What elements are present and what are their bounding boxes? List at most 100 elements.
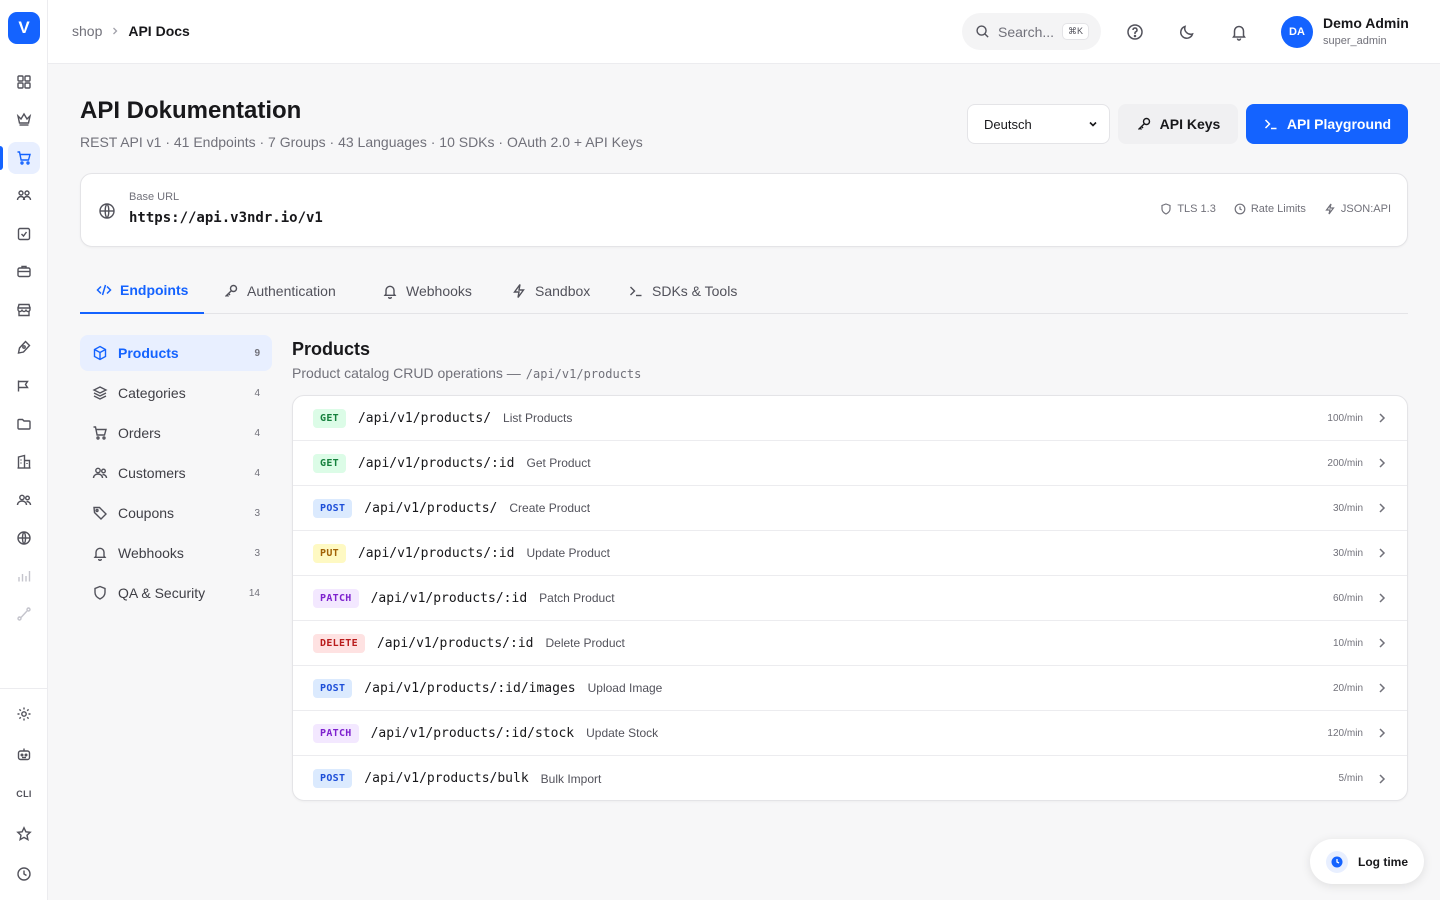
- method-badge: PUT: [313, 543, 346, 563]
- endpoint-name: Get Product: [526, 456, 591, 470]
- tab-webhooks[interactable]: Webhooks: [366, 268, 488, 314]
- rail-divider: [0, 688, 48, 689]
- method-badge: DELETE: [313, 633, 365, 653]
- rate-limit: 120/min: [1327, 727, 1363, 739]
- chevron-right-icon: [1375, 726, 1389, 740]
- group-orders[interactable]: Orders 4: [80, 415, 272, 451]
- method-badge: POST: [313, 498, 353, 518]
- endpoint-row[interactable]: DELETE /api/v1/products/:id Delete Produ…: [293, 621, 1407, 666]
- api-playground-button[interactable]: API Playground: [1246, 104, 1408, 144]
- tab-sandbox[interactable]: Sandbox: [495, 268, 606, 314]
- endpoint-row[interactable]: PUT /api/v1/products/:id Update Product …: [293, 531, 1407, 576]
- dashboard-icon[interactable]: [8, 66, 40, 98]
- terminal-icon: [1263, 116, 1279, 132]
- method-badge: POST: [313, 769, 353, 788]
- group-coupons[interactable]: Coupons 3: [80, 495, 272, 531]
- breadcrumb-chevron-icon: [110, 26, 120, 36]
- users-icon: [92, 465, 108, 481]
- user-name[interactable]: Demo Admin: [1323, 15, 1409, 31]
- key-icon: [223, 283, 239, 299]
- chevron-down-icon: [1087, 118, 1099, 130]
- group-products[interactable]: Products 9: [80, 335, 272, 371]
- history-clock-icon[interactable]: [8, 858, 40, 890]
- building-icon[interactable]: [8, 446, 40, 478]
- tab-sdks-tools[interactable]: SDKs & Tools: [612, 268, 753, 314]
- method-badge: GET: [313, 408, 346, 428]
- crown-icon[interactable]: [8, 103, 40, 135]
- briefcase-icon[interactable]: [8, 255, 40, 287]
- endpoint-row[interactable]: POST /api/v1/products/ Create Product 30…: [293, 486, 1407, 531]
- rate-limit: 20/min: [1332, 682, 1363, 694]
- chevron-right-icon: [1375, 501, 1389, 515]
- endpoint-path: /api/v1/products/: [357, 410, 492, 426]
- cli-button[interactable]: CLI: [8, 778, 40, 810]
- star-icon[interactable]: [8, 818, 40, 850]
- rate-limit: 30/min: [1332, 502, 1363, 514]
- endpoint-name: Patch Product: [539, 591, 615, 605]
- endpoint-name: Create Product: [509, 501, 591, 515]
- chevron-right-icon: [1375, 636, 1389, 650]
- base-url-card: Base URL https://api.v3ndr.io/v1 TLS 1.3…: [80, 173, 1408, 247]
- folder-icon[interactable]: [8, 408, 40, 440]
- megaphone-icon[interactable]: [8, 370, 40, 402]
- analytics-icon[interactable]: [8, 560, 40, 592]
- lightning-icon: [511, 283, 527, 299]
- group-qa-security[interactable]: QA & Security 14: [80, 575, 272, 611]
- base-url-value[interactable]: https://api.v3ndr.io/v1: [129, 210, 323, 226]
- globe-icon: [98, 202, 116, 220]
- api-keys-label: API Keys: [1159, 116, 1221, 132]
- endpoint-row[interactable]: PATCH /api/v1/products/:id Patch Product…: [293, 576, 1407, 621]
- endpoint-path: /api/v1/products/:id/images: [364, 680, 576, 696]
- search-shortcut: ⌘K: [1062, 23, 1090, 40]
- user-avatar[interactable]: DA: [1281, 16, 1313, 48]
- rate-limit: 200/min: [1327, 457, 1363, 469]
- code-icon: [96, 282, 112, 298]
- tasks-icon[interactable]: [8, 218, 40, 250]
- group-categories[interactable]: Categories 4: [80, 375, 272, 411]
- chevron-right-icon: [1375, 772, 1389, 786]
- cart-icon: [92, 425, 108, 441]
- endpoint-row[interactable]: POST /api/v1/products/bulk Bulk Import 5…: [293, 756, 1407, 800]
- tab-authentication[interactable]: Authentication: [207, 268, 352, 314]
- endpoint-row[interactable]: GET /api/v1/products/:id Get Product 200…: [293, 441, 1407, 486]
- app-logo[interactable]: V: [8, 12, 40, 44]
- shield-icon: [92, 585, 108, 601]
- bell-icon: [382, 283, 398, 299]
- breadcrumb-shop[interactable]: shop: [72, 23, 102, 39]
- json-api-badge: JSON:API: [1324, 203, 1391, 215]
- box-icon: [92, 345, 108, 361]
- api-keys-button[interactable]: API Keys: [1118, 104, 1238, 144]
- bot-icon[interactable]: [8, 738, 40, 770]
- group-count: 4: [254, 427, 260, 439]
- store-icon[interactable]: [8, 294, 40, 326]
- section-path: /api/v1/products: [525, 367, 642, 381]
- timer-icon: [1326, 850, 1348, 873]
- pen-icon[interactable]: [8, 331, 40, 363]
- section-title: Products: [292, 339, 371, 359]
- group-count: 3: [254, 507, 260, 519]
- endpoint-row[interactable]: POST /api/v1/products/:id/images Upload …: [293, 666, 1407, 711]
- method-badge: GET: [313, 453, 346, 473]
- settings-gear-icon[interactable]: [8, 698, 40, 730]
- chevron-right-icon: [1375, 681, 1389, 695]
- endpoint-row[interactable]: PATCH /api/v1/products/:id/stock Update …: [293, 711, 1407, 756]
- workflow-icon[interactable]: [8, 598, 40, 630]
- endpoint-row[interactable]: GET /api/v1/products/ List Products 100/…: [293, 396, 1407, 441]
- globe-icon[interactable]: [8, 522, 40, 554]
- group-count: 14: [248, 587, 260, 599]
- dark-mode-moon-icon[interactable]: [1175, 20, 1199, 44]
- notifications-bell-icon[interactable]: [1227, 20, 1251, 44]
- tab-endpoints[interactable]: Endpoints: [80, 268, 205, 314]
- log-time-button[interactable]: Log time: [1310, 839, 1424, 884]
- search-input[interactable]: Search... ⌘K: [962, 13, 1101, 50]
- base-url-label: Base URL: [129, 191, 180, 203]
- team-icon[interactable]: [8, 180, 40, 212]
- group-customers[interactable]: Customers 4: [80, 455, 272, 491]
- language-select[interactable]: Deutsch: [967, 104, 1110, 144]
- endpoint-path: /api/v1/products/:id/stock: [370, 725, 575, 741]
- shop-cart-icon[interactable]: [8, 142, 40, 174]
- breadcrumb-current: API Docs: [128, 23, 190, 39]
- help-icon[interactable]: [1123, 20, 1147, 44]
- contacts-icon[interactable]: [8, 484, 40, 516]
- group-webhooks[interactable]: Webhooks 3: [80, 535, 272, 571]
